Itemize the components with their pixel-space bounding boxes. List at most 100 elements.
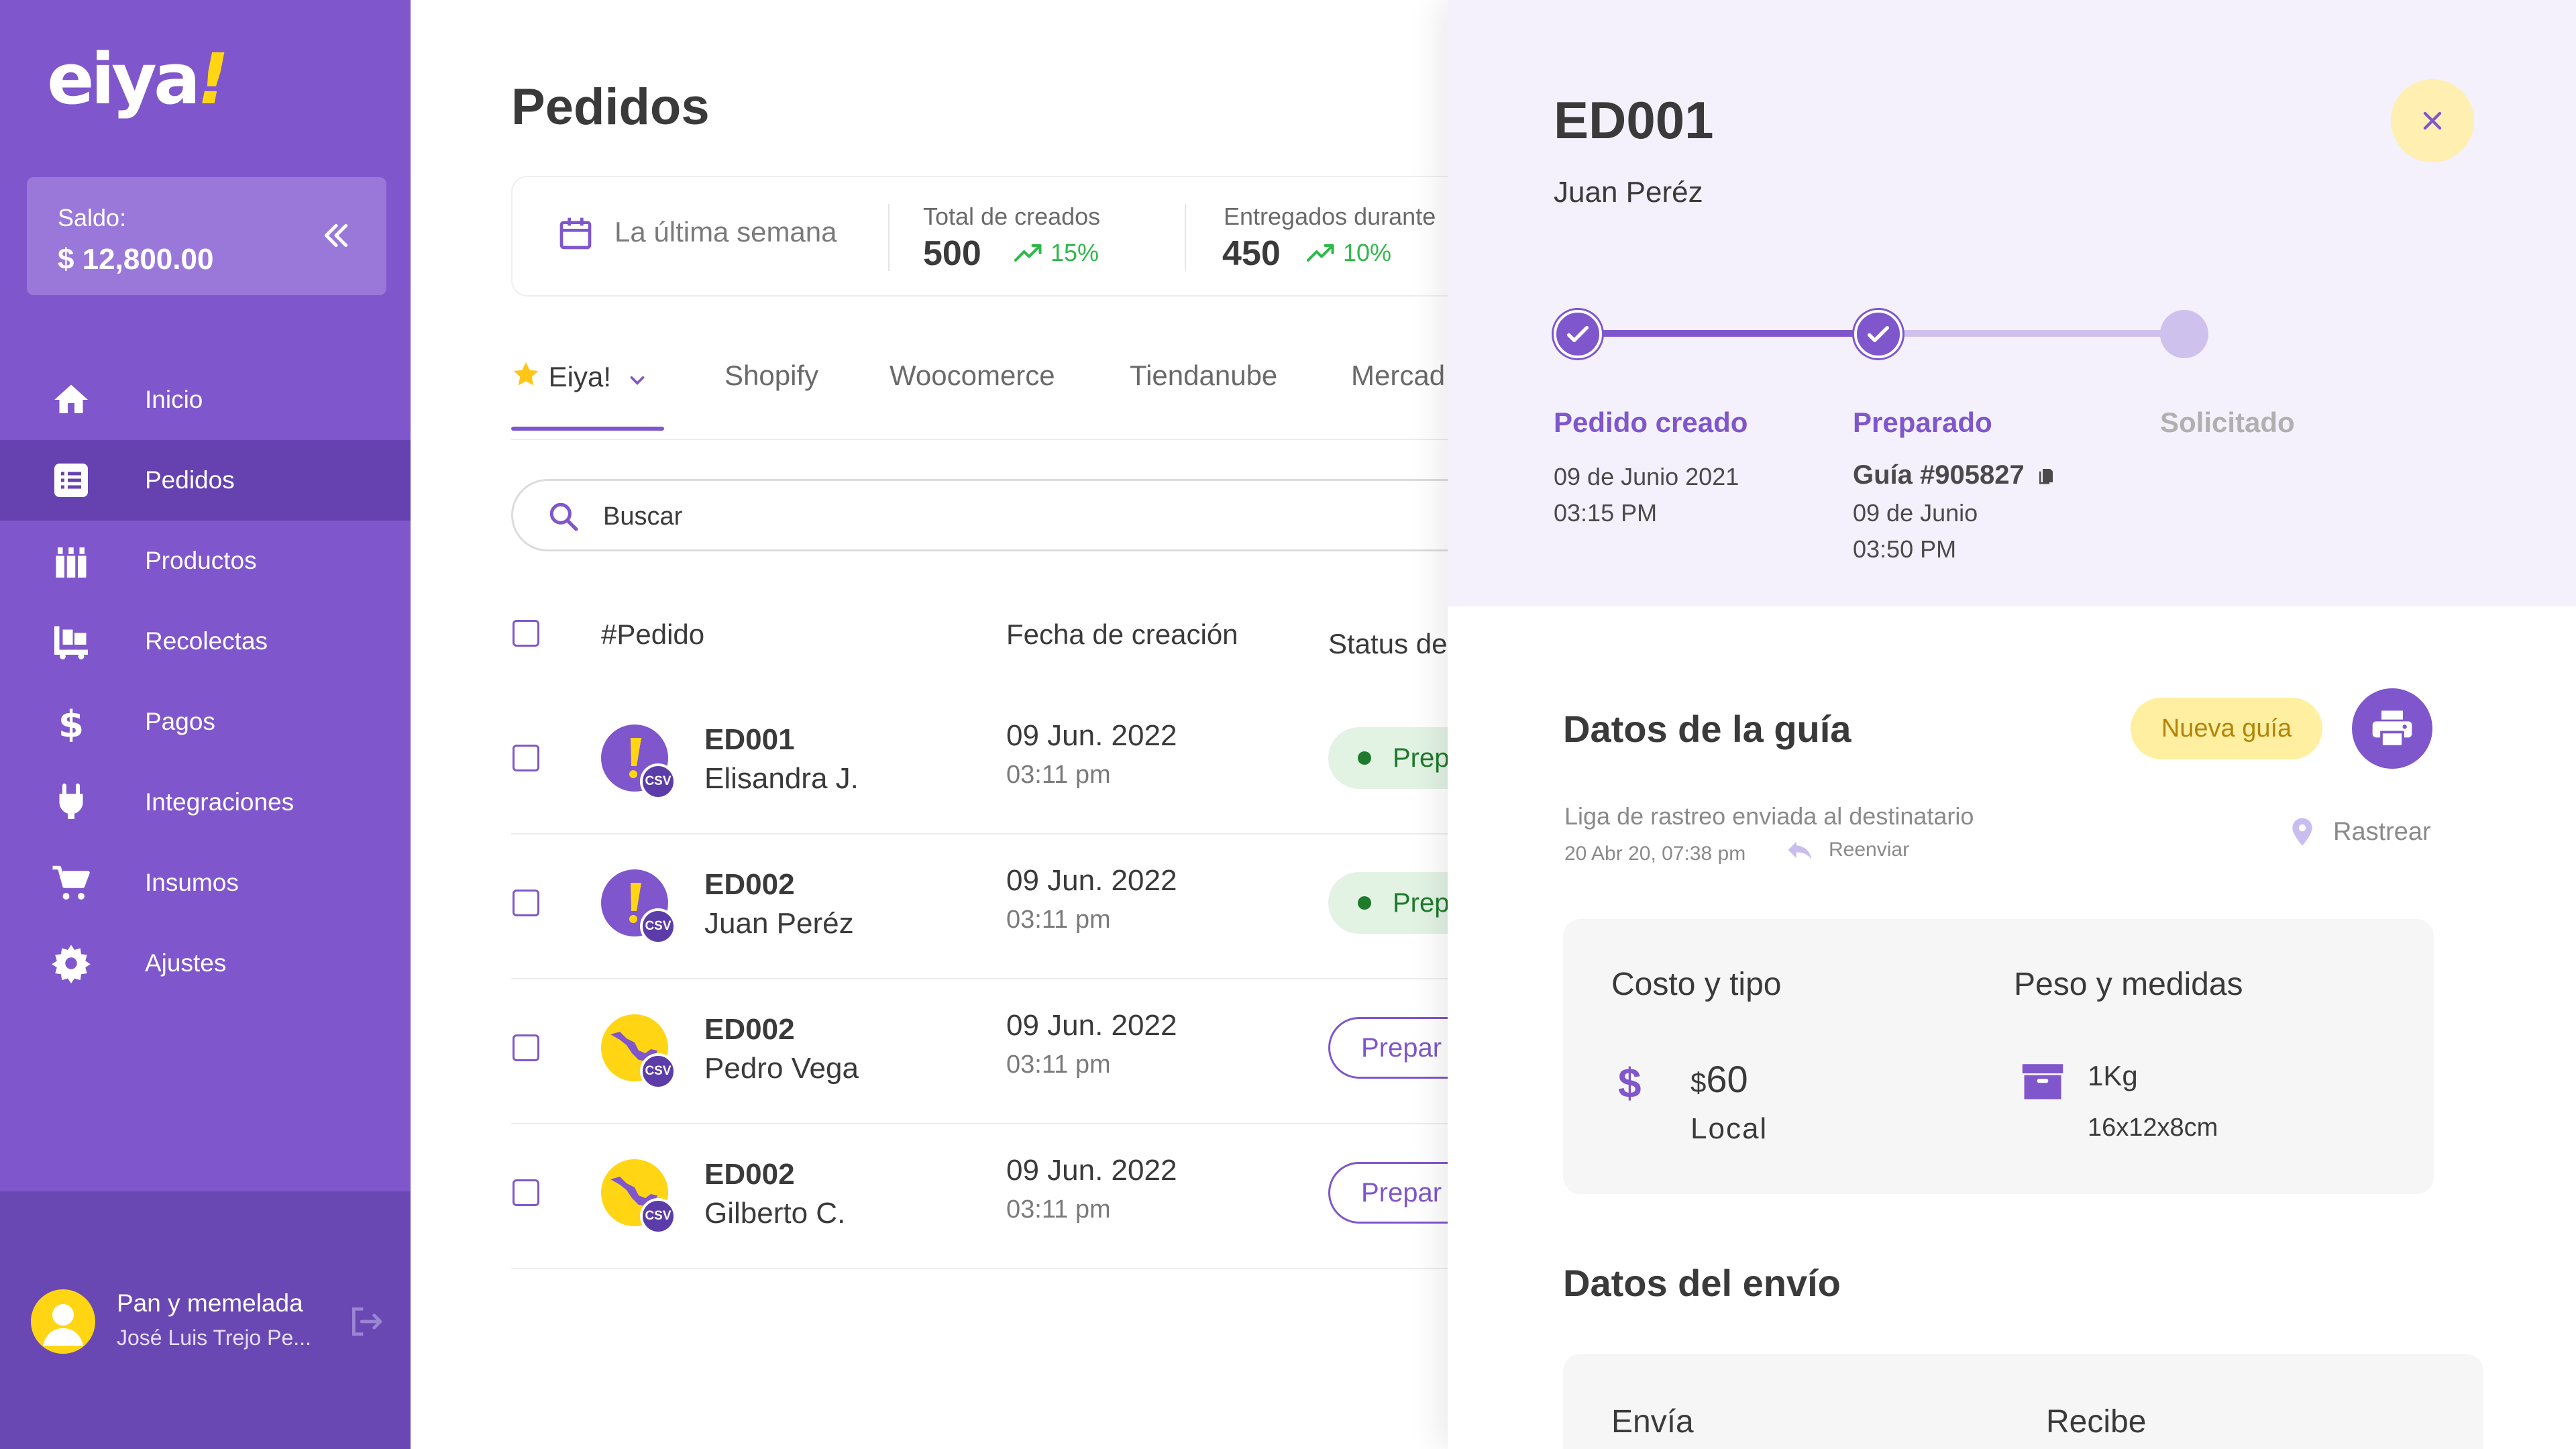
avatar[interactable] bbox=[31, 1289, 95, 1354]
close-button[interactable] bbox=[2391, 79, 2474, 162]
step-created-dot bbox=[1554, 310, 1602, 358]
new-guide-button[interactable]: Nueva guía bbox=[2131, 698, 2322, 759]
sidebar-item-ajustes[interactable]: Ajustes bbox=[0, 923, 411, 1004]
calendar-icon[interactable] bbox=[557, 213, 594, 254]
box-icon bbox=[2022, 1064, 2063, 1099]
guide-section-title: Datos de la guía bbox=[1563, 708, 1851, 750]
resend-link[interactable]: Reenviar bbox=[1786, 839, 1909, 861]
order-date: 09 Jun. 2022 bbox=[1006, 864, 1177, 897]
created-trend-value: 15% bbox=[1051, 239, 1099, 266]
source-badge: CSV bbox=[601, 869, 676, 945]
search-input[interactable] bbox=[603, 502, 1207, 531]
row-checkbox[interactable] bbox=[513, 745, 539, 771]
tab-eiya[interactable]: Eiya! bbox=[511, 360, 649, 393]
sidebar-item-label: Recolectas bbox=[145, 627, 268, 655]
tab-woocomerce[interactable]: Woocomerce bbox=[890, 360, 1055, 392]
table-row[interactable]: CSV ED002 Juan Peréz 09 Jun. 2022 03:11 … bbox=[511, 835, 1529, 979]
plug-icon bbox=[59, 784, 83, 819]
customer-name: Gilberto C. bbox=[704, 1197, 846, 1230]
collapse-sidebar-icon[interactable] bbox=[319, 219, 353, 252]
sidebar-item-label: Inicio bbox=[145, 386, 203, 413]
sidebar-item-label: Ajustes bbox=[145, 949, 227, 977]
track-label: Rastrear bbox=[2333, 817, 2431, 846]
status-label: Prep bbox=[1393, 888, 1450, 918]
copy-icon[interactable] bbox=[2036, 465, 2056, 486]
table-row[interactable]: CSV ED002 Pedro Vega 09 Jun. 2022 03:11 … bbox=[511, 979, 1529, 1124]
step-prepared-date: 09 de Junio bbox=[1853, 499, 1978, 527]
eiya-logo[interactable]: eiya! bbox=[47, 44, 229, 114]
cart-icon bbox=[52, 865, 90, 900]
csv-tag: CSV bbox=[640, 908, 676, 945]
list-icon bbox=[54, 464, 88, 497]
order-id[interactable]: ED001 bbox=[704, 723, 795, 757]
home-icon bbox=[54, 384, 88, 413]
sidebar-item-pedidos[interactable]: Pedidos bbox=[0, 440, 411, 521]
divider bbox=[1185, 204, 1186, 271]
row-checkbox[interactable] bbox=[513, 1179, 539, 1206]
tracking-note: Liga de rastreo enviada al destinatario bbox=[1564, 802, 1974, 830]
user-name: José Luis Trejo Pe... bbox=[117, 1326, 311, 1350]
source-badge: CSV bbox=[601, 1159, 676, 1234]
search-bar[interactable] bbox=[511, 479, 1517, 551]
user-avatar-icon bbox=[43, 1304, 83, 1346]
shipment-info-card: Costo y tipo $ $60 Local Peso y medidas … bbox=[1563, 919, 2434, 1194]
sender-label: Envía bbox=[1611, 1404, 1694, 1440]
order-id[interactable]: ED002 bbox=[704, 1013, 795, 1046]
sidebar-nav: Inicio Pedidos Productos Recolectas $ Pa… bbox=[0, 360, 411, 1004]
csv-tag: CSV bbox=[640, 1053, 676, 1089]
step-prepared-dot bbox=[1854, 310, 1902, 358]
sidebar-item-pagos[interactable]: $ Pagos bbox=[0, 682, 411, 762]
package-weight: 1Kg bbox=[2088, 1060, 2138, 1091]
order-date: 09 Jun. 2022 bbox=[1006, 719, 1177, 752]
shipping-parties-card: Envía Recibe bbox=[1563, 1354, 2483, 1449]
sidebar-item-insumos[interactable]: Insumos bbox=[0, 843, 411, 923]
date-range-selector[interactable]: La última semana bbox=[614, 216, 837, 248]
guide-number[interactable]: Guía #905827 bbox=[1853, 460, 2056, 490]
track-link[interactable]: Rastrear bbox=[2290, 817, 2431, 847]
tab-eiya-label: Eiya! bbox=[548, 361, 612, 392]
print-button[interactable] bbox=[2352, 688, 2432, 769]
delivered-trend-value: 10% bbox=[1343, 239, 1392, 266]
order-detail-panel: ED001 Juan Peréz Pedido creado 09 de Jun… bbox=[1448, 0, 2576, 1449]
balance-value: $ 12,800.00 bbox=[58, 243, 214, 276]
created-label: Total de creados bbox=[923, 203, 1101, 230]
tab-shopify[interactable]: Shopify bbox=[724, 360, 818, 392]
csv-tag: CSV bbox=[640, 763, 676, 800]
column-header-status[interactable]: Status de bbox=[1328, 628, 1447, 660]
order-detail-id: ED001 bbox=[1554, 91, 1714, 150]
trending-up-icon bbox=[1307, 244, 1334, 262]
sidebar-item-inicio[interactable]: Inicio bbox=[0, 360, 411, 440]
order-id[interactable]: ED002 bbox=[704, 1158, 795, 1191]
customer-name: Elisandra J. bbox=[704, 762, 859, 795]
column-header-fecha[interactable]: Fecha de creación bbox=[1006, 619, 1238, 651]
select-all-checkbox[interactable] bbox=[513, 620, 539, 647]
pickup-icon bbox=[54, 626, 88, 659]
table-row[interactable]: CSV ED002 Gilberto C. 09 Jun. 2022 03:11… bbox=[511, 1124, 1529, 1269]
step-created-title: Pedido creado bbox=[1554, 407, 1748, 438]
page-title: Pedidos bbox=[511, 78, 710, 136]
sidebar-item-integraciones[interactable]: Integraciones bbox=[0, 762, 411, 843]
balance-label: Saldo: bbox=[58, 204, 127, 231]
divider bbox=[888, 204, 890, 271]
table-row[interactable]: CSV ED001 Elisandra J. 09 Jun. 2022 03:1… bbox=[511, 690, 1529, 835]
row-checkbox[interactable] bbox=[513, 890, 539, 916]
search-icon bbox=[549, 502, 578, 531]
close-icon bbox=[2423, 111, 2442, 130]
tab-tiendanube[interactable]: Tiendanube bbox=[1130, 360, 1277, 392]
order-time: 03:11 pm bbox=[1006, 761, 1111, 789]
sidebar-item-recolectas[interactable]: Recolectas bbox=[0, 601, 411, 682]
order-detail-customer: Juan Peréz bbox=[1554, 176, 1703, 209]
row-checkbox[interactable] bbox=[513, 1034, 539, 1061]
order-time: 03:11 pm bbox=[1006, 1195, 1111, 1224]
tab-mercado[interactable]: Mercad bbox=[1351, 360, 1445, 392]
sidebar-item-productos[interactable]: Productos bbox=[0, 521, 411, 601]
order-date: 09 Jun. 2022 bbox=[1006, 1009, 1177, 1042]
column-header-pedido[interactable]: #Pedido bbox=[601, 619, 704, 651]
logout-icon[interactable] bbox=[347, 1303, 385, 1340]
star-icon bbox=[513, 362, 539, 386]
created-value: 500 bbox=[923, 234, 981, 273]
shipping-section-title: Datos del envío bbox=[1563, 1262, 1841, 1304]
status-dot bbox=[1358, 751, 1371, 765]
products-icon bbox=[56, 547, 87, 578]
order-id[interactable]: ED002 bbox=[704, 868, 795, 902]
